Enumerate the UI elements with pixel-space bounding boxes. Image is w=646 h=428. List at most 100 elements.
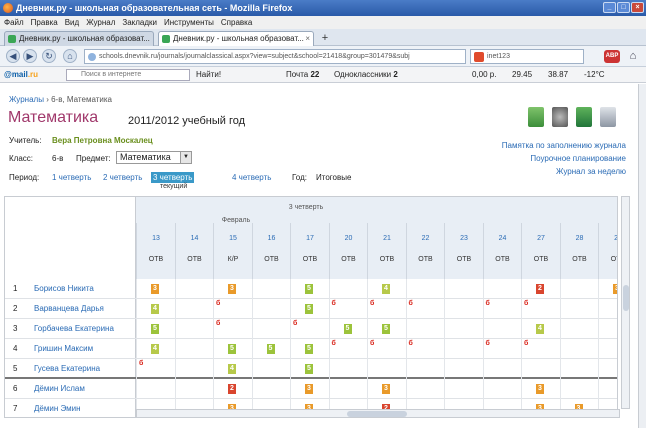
maximize-button[interactable]: □ (617, 2, 630, 13)
minimize-button[interactable]: _ (603, 2, 616, 13)
day-number[interactable]: 13 (137, 235, 175, 242)
day-column-header[interactable]: 17 ОТВ (290, 223, 329, 279)
day-number[interactable]: 24 (484, 235, 522, 242)
grade-cell[interactable] (559, 299, 599, 319)
grade-mark[interactable]: 3 (613, 284, 617, 294)
home-icon[interactable]: ⌂ (626, 49, 640, 63)
menu-edit[interactable]: Правка (31, 16, 58, 29)
day-column-header[interactable]: 21 ОТВ (367, 223, 406, 279)
absence-mark[interactable]: б (139, 360, 143, 367)
grade-cell[interactable] (251, 299, 291, 319)
grade-mark[interactable]: 4 (382, 284, 390, 294)
grade-mark[interactable]: 2 (536, 284, 544, 294)
grade-mark[interactable]: 2 (228, 384, 236, 394)
day-number[interactable]: 28 (561, 235, 599, 242)
day-number[interactable]: 22 (407, 235, 445, 242)
forward-button[interactable]: ▶ (23, 49, 37, 63)
grade-cell[interactable] (482, 379, 522, 399)
grade-cell[interactable] (444, 319, 483, 339)
back-button[interactable]: ◀ (6, 49, 20, 63)
grade-cell[interactable] (174, 359, 214, 379)
browser-search-input[interactable]: inet123 (470, 49, 584, 64)
menu-file[interactable]: Файл (4, 16, 24, 29)
grade-cell[interactable] (598, 339, 617, 359)
grade-cell[interactable] (328, 359, 368, 379)
day-column-header[interactable]: 20 ОТВ (328, 223, 368, 279)
journal-memo-link[interactable]: Памятка по заполнению журнала (502, 139, 626, 152)
grade-cell[interactable] (174, 299, 214, 319)
toolbar-search-input[interactable]: Поиск в интернете (66, 69, 190, 81)
book-icon[interactable] (528, 107, 544, 127)
grade-cell[interactable] (328, 379, 368, 399)
student-name-link[interactable]: Борисов Никита (34, 284, 94, 293)
absence-mark[interactable]: б (332, 300, 336, 307)
grade-cell[interactable] (251, 319, 291, 339)
close-window-button[interactable]: × (631, 2, 644, 13)
grade-mark[interactable]: 4 (536, 324, 544, 334)
grade-mark[interactable]: 4 (228, 364, 236, 374)
period-tab-2[interactable]: 2 четверть (103, 173, 142, 182)
grade-cell[interactable] (482, 279, 522, 299)
grade-cell[interactable] (367, 359, 406, 379)
grade-mark[interactable]: 5 (228, 344, 236, 354)
period-tab-1[interactable]: 1 четверть (52, 173, 91, 182)
new-tab-button[interactable]: + (318, 32, 332, 45)
excel-icon[interactable] (576, 107, 592, 127)
day-column-header[interactable]: 29 ОТВ (598, 223, 617, 279)
scroll-thumb[interactable] (347, 411, 407, 417)
grade-cell[interactable] (174, 279, 214, 299)
grade-cell[interactable] (174, 379, 214, 399)
absence-mark[interactable]: б (524, 300, 528, 307)
home-nav-button[interactable]: ⌂ (63, 49, 77, 63)
grade-cell[interactable] (251, 379, 291, 399)
student-name-link[interactable]: Варванцева Дарья (34, 304, 104, 313)
browser-tab-2[interactable]: Дневник.ру - школьная образоват... × (158, 31, 314, 46)
grade-cell[interactable] (174, 319, 214, 339)
day-number[interactable]: 21 (368, 235, 406, 242)
grade-mark[interactable]: 5 (343, 324, 352, 334)
subject-select[interactable]: Математика ▼ (116, 151, 192, 164)
settings-icon[interactable] (552, 107, 568, 127)
adblock-icon[interactable]: ABP (604, 50, 620, 63)
day-number[interactable]: 29 (599, 235, 617, 242)
grade-cell[interactable] (444, 299, 483, 319)
grade-cell[interactable] (598, 359, 617, 379)
day-column-header[interactable]: 22 ОТВ (405, 223, 445, 279)
grade-cell[interactable] (174, 339, 214, 359)
grade-cell[interactable] (444, 339, 483, 359)
grade-cell[interactable] (482, 319, 522, 339)
final-grades-link[interactable]: Итоговые (316, 173, 351, 182)
tab-close-icon[interactable]: × (305, 32, 310, 46)
grade-cell[interactable] (598, 379, 617, 399)
odnoklassniki-link[interactable]: Одноклассники 2 (334, 67, 398, 83)
day-number[interactable]: 15 (214, 235, 252, 242)
grade-cell[interactable] (521, 359, 560, 379)
day-column-header[interactable]: 13 ОТВ (136, 223, 175, 279)
reload-button[interactable]: ↻ (42, 49, 56, 63)
day-column-header[interactable]: 16 ОТВ (251, 223, 291, 279)
grade-mark[interactable]: 4 (151, 304, 159, 314)
lesson-planning-link[interactable]: Поурочное планирование (502, 152, 626, 165)
absence-mark[interactable]: б (409, 300, 413, 307)
grade-cell[interactable] (444, 379, 483, 399)
grade-cell[interactable] (598, 319, 617, 339)
mail-logo[interactable]: @mail.ru (4, 67, 38, 83)
day-number[interactable]: 20 (330, 235, 368, 242)
absence-mark[interactable]: б (216, 300, 220, 307)
period-tab-3[interactable]: 3 четверть (151, 172, 195, 183)
menu-help[interactable]: Справка (221, 16, 252, 29)
grade-mark[interactable]: 5 (305, 284, 313, 294)
day-number[interactable]: 16 (253, 235, 291, 242)
grade-mark[interactable]: 5 (305, 304, 313, 314)
menu-history[interactable]: Журнал (86, 16, 115, 29)
absence-mark[interactable]: б (486, 300, 490, 307)
grade-cell[interactable] (444, 359, 483, 379)
grade-cell[interactable] (559, 319, 599, 339)
menu-view[interactable]: Вид (65, 16, 79, 29)
grade-cell[interactable] (405, 379, 445, 399)
grade-cell[interactable] (251, 359, 291, 379)
grade-mark[interactable]: 3 (151, 284, 159, 294)
day-number[interactable]: 14 (176, 235, 214, 242)
absence-mark[interactable]: б (370, 300, 374, 307)
grade-cell[interactable] (559, 339, 599, 359)
